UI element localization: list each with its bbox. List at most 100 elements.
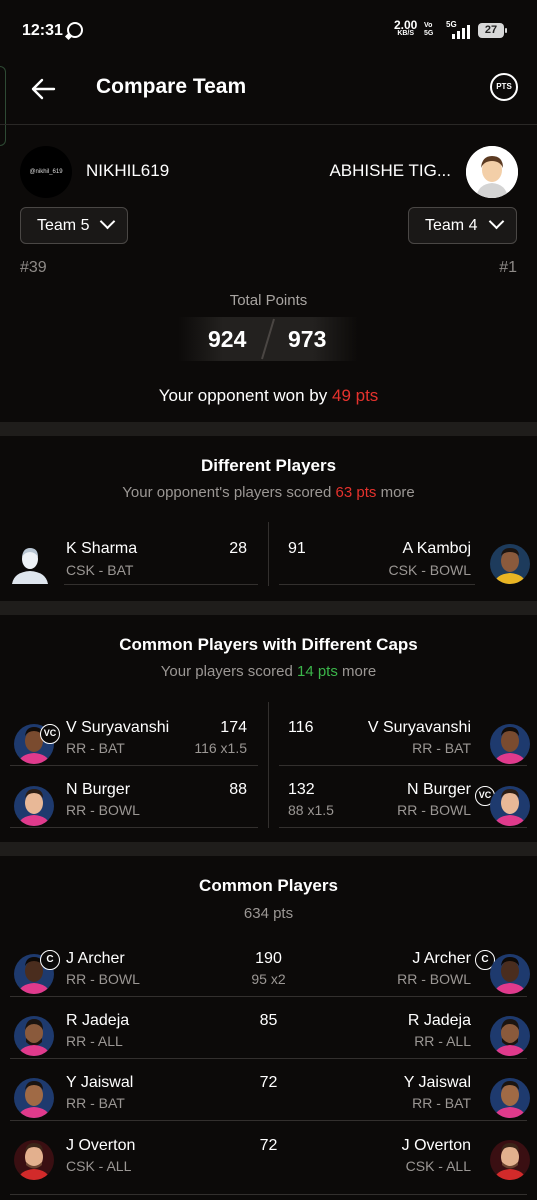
player-placeholder-icon — [12, 548, 48, 584]
score-right: 973 — [288, 326, 327, 352]
player-role: CSK - ALL — [405, 1158, 471, 1174]
row-divider — [279, 584, 475, 585]
volte-label: Vo — [424, 22, 433, 29]
sub-value: 14 pts — [296, 663, 338, 680]
team-select-left[interactable]: Team 5 — [20, 207, 128, 244]
versus-slash-icon — [261, 318, 275, 360]
player-points: 28 — [229, 540, 247, 557]
result-value: 49 pts — [331, 386, 379, 405]
player-avatar — [490, 1078, 530, 1118]
result-text: Your opponent won by 49 pts — [0, 386, 537, 406]
player-name[interactable]: N Burger — [407, 781, 471, 799]
row-divider — [10, 996, 527, 997]
player-name[interactable]: R Jadeja — [408, 1012, 471, 1030]
player-points: 174 — [220, 719, 247, 736]
vice-captain-badge: VC — [40, 724, 60, 744]
username-right: ABHISHE TIG... — [329, 161, 451, 180]
player-avatar — [490, 954, 530, 994]
battery-icon: 27 — [478, 23, 507, 38]
player-role: RR - BAT — [66, 1095, 125, 1111]
avatar-right[interactable] — [466, 146, 518, 198]
row-divider — [10, 1194, 527, 1195]
player-role: RR - BAT — [412, 1095, 471, 1111]
player-role: RR - ALL — [414, 1033, 471, 1049]
row-divider — [10, 765, 258, 766]
player-avatar — [490, 724, 530, 764]
rank-right: #1 — [499, 259, 517, 276]
different-players-subtitle: Your opponent's players scored 63 pts mo… — [0, 484, 537, 501]
player-role: RR - ALL — [66, 1033, 123, 1049]
player-avatar — [490, 1140, 530, 1180]
player-role: RR - BOWL — [397, 971, 471, 987]
player-points: 132 — [288, 781, 315, 798]
user-avatar-icon — [466, 146, 518, 198]
pts-button[interactable]: PTS — [490, 73, 518, 101]
player-avatar — [490, 786, 530, 826]
signal-icon — [450, 25, 470, 39]
points-multiplier: 116 x1.5 — [194, 740, 247, 756]
player-points: 88 — [229, 781, 247, 798]
points-multiplier: 88 x1.5 — [288, 802, 334, 818]
row-divider — [279, 765, 527, 766]
player-name[interactable]: K Sharma — [66, 540, 137, 558]
player-avatar — [490, 1016, 530, 1056]
sub-suffix: more — [376, 484, 415, 501]
team-select-right[interactable]: Team 4 — [408, 207, 517, 244]
net-speed-unit: KB/S — [397, 30, 415, 37]
different-players-title: Different Players — [200, 456, 337, 475]
section-separator — [0, 601, 537, 615]
result-prefix: Your opponent won by — [158, 386, 332, 405]
status-bar: 12:31 2.00 KB/S Vo 5G 5G 27 — [0, 0, 537, 62]
username-left: NIKHIL619 — [86, 161, 170, 180]
row-divider — [10, 1120, 527, 1121]
player-role: RR - BOWL — [66, 802, 140, 818]
player-avatar — [10, 544, 50, 584]
player-name[interactable]: J Archer — [412, 950, 471, 968]
player-name[interactable]: V Suryavanshi — [66, 719, 169, 737]
player-points: 116 — [288, 719, 314, 736]
player-name[interactable]: N Burger — [66, 781, 130, 799]
player-name[interactable]: V Suryavanshi — [368, 719, 471, 737]
sub-suffix: more — [337, 663, 377, 680]
row-divider — [10, 1058, 527, 1059]
sub-prefix: Your opponent's players scored — [122, 484, 336, 501]
column-divider — [268, 522, 269, 586]
row-divider — [64, 584, 258, 585]
avatar-left[interactable]: @nikhil_619 — [20, 146, 72, 198]
sub-prefix: Your players scored — [160, 663, 297, 680]
section-separator — [0, 422, 537, 436]
net-speed: 2.00 KB/S — [394, 19, 417, 38]
player-name[interactable]: A Kamboj — [403, 540, 471, 558]
player-name[interactable]: J Overton — [402, 1137, 471, 1155]
chevron-down-icon — [488, 213, 505, 230]
page-title: Compare Team — [96, 75, 247, 98]
score-box: 924 973 — [178, 317, 358, 361]
player-role: RR - BAT — [66, 740, 125, 756]
sub-value: 63 pts — [335, 484, 377, 501]
header: Compare Team PTS — [0, 62, 537, 124]
volte-label-2: 5G — [424, 30, 434, 37]
player-avatar — [490, 544, 530, 584]
player-role: CSK - BAT — [66, 562, 134, 578]
column-divider — [268, 702, 269, 828]
row-divider — [10, 827, 258, 828]
chevron-down-icon — [99, 213, 116, 230]
diff-caps-subtitle: Your players scored 14 pts more — [0, 663, 537, 680]
player-name[interactable]: Y Jaiswal — [404, 1074, 471, 1092]
player-role: CSK - ALL — [66, 1158, 132, 1174]
player-points: 91 — [288, 540, 306, 557]
common-players-subtitle: 634 pts — [243, 905, 294, 922]
player-avatar — [14, 786, 54, 826]
whatsapp-icon — [67, 22, 83, 38]
team-select-left-label: Team 5 — [37, 217, 90, 234]
header-divider — [0, 124, 537, 125]
status-time: 12:31 — [22, 22, 63, 39]
arrow-left-icon[interactable] — [30, 76, 56, 102]
section-separator — [0, 842, 537, 856]
total-points-label: Total Points — [229, 292, 308, 309]
row-divider — [279, 827, 527, 828]
rank-left: #39 — [20, 259, 47, 276]
diff-caps-title: Common Players with Different Caps — [119, 635, 418, 654]
player-role: CSK - BOWL — [388, 562, 471, 578]
score-left: 924 — [208, 326, 247, 352]
